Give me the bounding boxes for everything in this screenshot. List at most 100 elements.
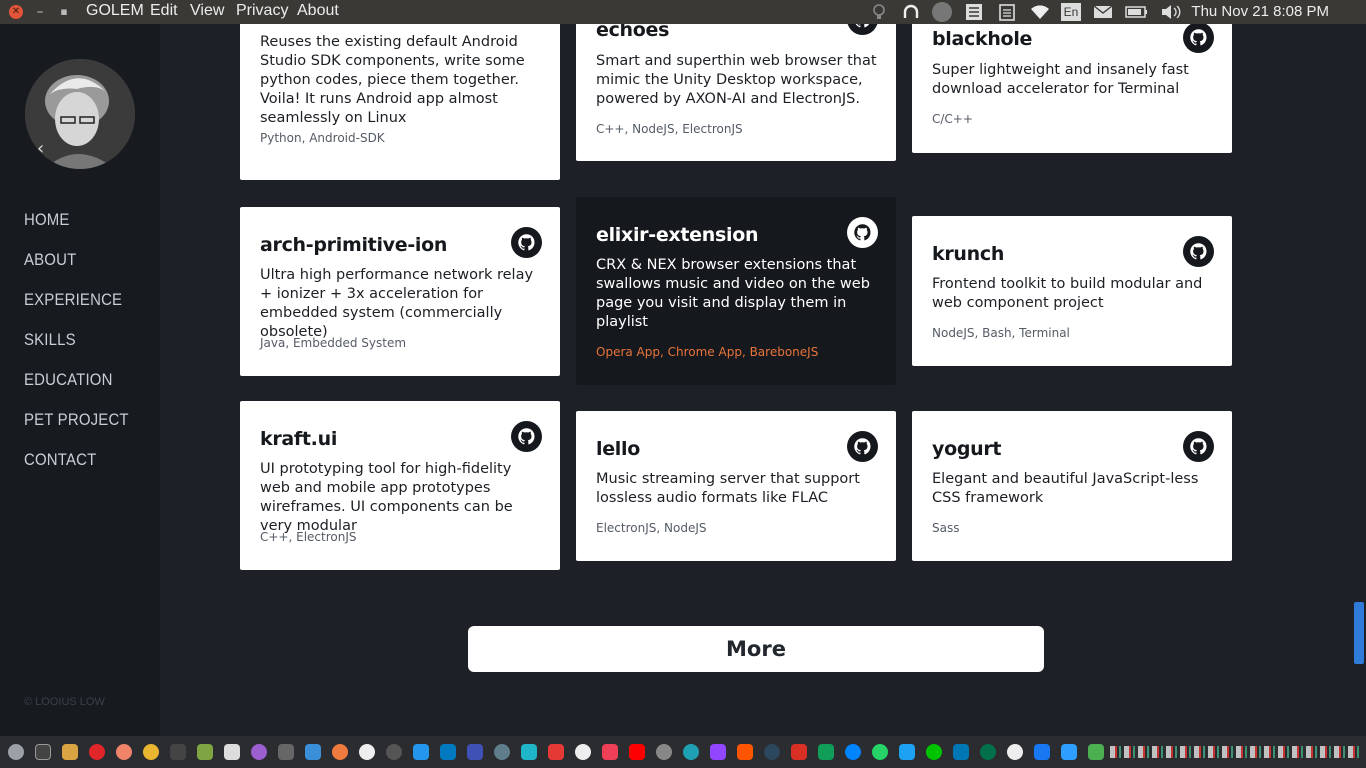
- docker-icon[interactable]: [413, 744, 429, 760]
- mail-icon[interactable]: [1093, 3, 1113, 21]
- project-card-highlighted: elixir-extension CRX & NEX browser exten…: [576, 197, 896, 385]
- whatsapp-icon[interactable]: [872, 744, 888, 760]
- files-icon[interactable]: [62, 744, 78, 760]
- project-title: krunch: [932, 243, 1005, 265]
- app-icon[interactable]: [332, 744, 348, 760]
- github-icon[interactable]: [511, 421, 542, 452]
- project-card: kraft.ui UI prototyping tool for high-fi…: [240, 401, 560, 570]
- volume-icon[interactable]: [1160, 3, 1182, 21]
- messenger-icon[interactable]: [845, 744, 861, 760]
- facebook-icon[interactable]: [1034, 744, 1050, 760]
- battery-icon[interactable]: [1125, 3, 1149, 21]
- opera-icon[interactable]: [89, 744, 105, 760]
- project-description: Ultra high performance network relay + i…: [260, 267, 534, 340]
- list-icon[interactable]: [965, 3, 983, 21]
- window-close-button[interactable]: ✕: [9, 5, 23, 19]
- nav-contact[interactable]: CONTACT: [24, 450, 96, 470]
- project-description: Frontend toolkit to build modular and we…: [932, 276, 1203, 311]
- window-minimize-button[interactable]: –: [33, 5, 47, 19]
- app-icon[interactable]: [575, 744, 591, 760]
- starbucks-icon[interactable]: [980, 744, 996, 760]
- github-icon[interactable]: [511, 227, 542, 258]
- app-icon[interactable]: [251, 744, 267, 760]
- project-description: Reuses the existing default Android Stud…: [260, 34, 525, 126]
- project-card: arch-primitive-ion Ultra high performanc…: [240, 207, 560, 376]
- app-icon[interactable]: [1007, 744, 1023, 760]
- twitter-icon[interactable]: [899, 744, 915, 760]
- github-desktop-icon[interactable]: [359, 744, 375, 760]
- android-icon[interactable]: [197, 744, 213, 760]
- mail-app-icon[interactable]: [791, 744, 807, 760]
- menu-view[interactable]: View: [190, 2, 224, 20]
- nav-pet-project[interactable]: PET PROJECT: [24, 410, 129, 430]
- trello-icon[interactable]: [440, 744, 456, 760]
- chevron-left-icon[interactable]: ‹: [37, 138, 44, 159]
- project-title: echoes: [596, 24, 670, 41]
- soundcloud-icon[interactable]: [737, 744, 753, 760]
- launcher-icon[interactable]: [8, 744, 24, 760]
- line-icon[interactable]: [926, 744, 942, 760]
- github-icon[interactable]: [1183, 431, 1214, 462]
- more-button[interactable]: More: [468, 626, 1044, 672]
- headset-icon[interactable]: [902, 3, 920, 21]
- box-icon[interactable]: [305, 744, 321, 760]
- nav-about[interactable]: ABOUT: [24, 250, 76, 270]
- project-title: kraft.ui: [260, 428, 338, 450]
- project-description: CRX & NEX browser extensions that swallo…: [596, 257, 870, 330]
- project-title: lello: [596, 438, 640, 460]
- play-icon[interactable]: [521, 744, 537, 760]
- project-tags: Python, Android-SDK: [260, 131, 385, 145]
- project-tags: C++, ElectronJS: [260, 530, 357, 544]
- nav-home[interactable]: HOME: [24, 210, 70, 230]
- overflow-icons[interactable]: [1110, 746, 1360, 758]
- avatar-icon[interactable]: [932, 2, 952, 22]
- app-icon[interactable]: [116, 744, 132, 760]
- project-title: blackhole: [932, 28, 1033, 50]
- scrollbar-thumb[interactable]: [1354, 602, 1364, 664]
- hangouts-icon[interactable]: [818, 744, 834, 760]
- menu-edit[interactable]: Edit: [150, 2, 178, 20]
- youtube-icon[interactable]: [629, 744, 645, 760]
- github-icon[interactable]: [1183, 236, 1214, 267]
- keyboard-layout-indicator[interactable]: En: [1061, 3, 1081, 21]
- chrome-icon[interactable]: [143, 744, 159, 760]
- terminal-icon[interactable]: [35, 744, 51, 760]
- project-tags: Java, Embedded System: [260, 336, 407, 350]
- github-icon[interactable]: [847, 217, 878, 248]
- app-icon[interactable]: [683, 744, 699, 760]
- project-description: Super lightweight and insanely fast down…: [932, 62, 1189, 97]
- maps-icon[interactable]: [1088, 744, 1104, 760]
- menu-privacy[interactable]: Privacy: [236, 2, 288, 20]
- project-tags: C/C++: [932, 112, 973, 126]
- twitch-icon[interactable]: [710, 744, 726, 760]
- nav-education[interactable]: EDUCATION: [24, 370, 113, 390]
- window-restore-button[interactable]: ▪: [57, 5, 71, 19]
- clipboard-icon[interactable]: [998, 3, 1016, 21]
- github-icon[interactable]: [847, 431, 878, 462]
- wifi-icon[interactable]: [1030, 3, 1050, 21]
- project-title: arch-primitive-ion: [260, 234, 448, 256]
- app-name[interactable]: GOLEM: [86, 2, 144, 20]
- copyright-text: © LOOIUS LOW: [24, 696, 105, 708]
- menu-about[interactable]: About: [297, 2, 339, 20]
- nav-experience[interactable]: EXPERIENCE: [24, 290, 122, 310]
- lightbulb-icon[interactable]: [870, 3, 888, 21]
- app-icon[interactable]: [656, 744, 672, 760]
- headset-app-icon[interactable]: [170, 744, 186, 760]
- pocket-icon[interactable]: [602, 744, 618, 760]
- editor-icon[interactable]: [224, 744, 240, 760]
- app-icon[interactable]: [386, 744, 402, 760]
- app-icon[interactable]: [494, 744, 510, 760]
- project-card: echoes Smart and superthin web browser t…: [576, 24, 896, 161]
- linkedin-icon[interactable]: [953, 744, 969, 760]
- app-icon[interactable]: [467, 744, 483, 760]
- project-title: elixir-extension: [596, 224, 759, 246]
- nav-skills[interactable]: SKILLS: [24, 330, 76, 350]
- steam-icon[interactable]: [764, 744, 780, 760]
- github-icon[interactable]: [1183, 24, 1214, 53]
- clock[interactable]: Thu Nov 21 8:08 PM: [1191, 3, 1329, 20]
- app-icon[interactable]: [548, 744, 564, 760]
- app-icon[interactable]: [278, 744, 294, 760]
- github-icon[interactable]: [847, 24, 878, 35]
- app-icon[interactable]: [1061, 744, 1077, 760]
